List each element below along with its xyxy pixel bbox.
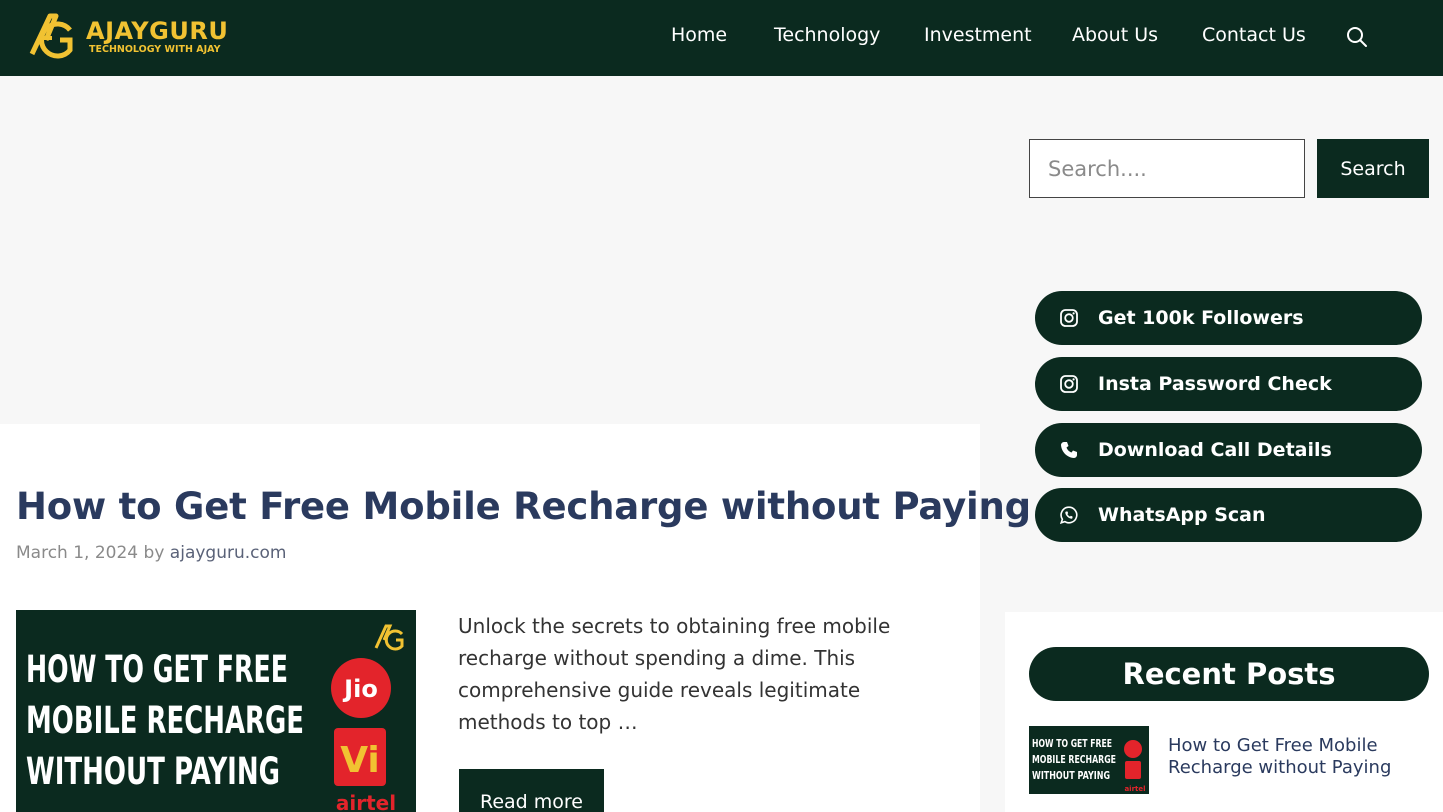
sidebar-link-call-details[interactable]: Download Call Details: [1035, 423, 1422, 477]
instagram-icon: [1059, 308, 1079, 328]
sidebar-search-button[interactable]: Search: [1317, 139, 1429, 198]
nav-technology[interactable]: Technology: [774, 24, 880, 46]
recent-post-thumbnail[interactable]: HOW TO GET FREE MOBILE RECHARGE WITHOUT …: [1029, 726, 1149, 794]
nav-about-us[interactable]: About Us: [1072, 24, 1158, 46]
logo-tagline: TECHNOLOGY WITH AJAY: [89, 44, 221, 55]
thumbnail-line-3: WITHOUT PAYING: [26, 750, 280, 793]
thumbnail-ag-logo-icon: [374, 624, 404, 651]
search-icon[interactable]: [1346, 26, 1368, 48]
site-logo[interactable]: AJAYGURU TECHNOLOGY WITH AJAY: [26, 9, 228, 65]
recent-thumb-line-1: HOW TO GET FREE: [1032, 737, 1112, 750]
nav-home[interactable]: Home: [671, 24, 727, 46]
sidebar-link-label: Download Call Details: [1098, 439, 1332, 461]
sidebar-link-label: WhatsApp Scan: [1098, 504, 1266, 526]
ag-logo-icon: [29, 13, 73, 59]
recent-jio-logo-icon: [1124, 740, 1142, 758]
whatsapp-icon: [1059, 505, 1079, 525]
article-by: by: [143, 543, 165, 563]
ad-space: [0, 76, 980, 424]
instagram-icon: [1059, 374, 1079, 394]
nav-contact-us[interactable]: Contact Us: [1202, 24, 1306, 46]
sidebar-link-label: Insta Password Check: [1098, 373, 1332, 395]
nav-investment[interactable]: Investment: [924, 24, 1032, 46]
recent-vi-logo-icon: [1125, 761, 1141, 779]
phone-icon: [1059, 440, 1079, 460]
article-author-link[interactable]: ajayguru.com: [170, 543, 287, 563]
airtel-label: airtel: [336, 791, 396, 812]
recent-thumb-line-3: WITHOUT PAYING: [1032, 769, 1110, 782]
read-more-button[interactable]: Read more: [459, 769, 604, 812]
sidebar-link-label: Get 100k Followers: [1098, 307, 1304, 329]
thumbnail-line-2: MOBILE RECHARGE: [26, 699, 304, 742]
sidebar-link-whatsapp-scan[interactable]: WhatsApp Scan: [1035, 488, 1422, 542]
sidebar-link-insta-password[interactable]: Insta Password Check: [1035, 357, 1422, 411]
recent-thumb-line-2: MOBILE RECHARGE: [1032, 753, 1116, 766]
recent-airtel-label: airtel: [1124, 785, 1145, 793]
logo-name: AJAYGURU: [86, 17, 229, 45]
site-header: AJAYGURU TECHNOLOGY WITH AJAY Home Techn…: [0, 0, 1443, 76]
thumbnail-line-1: HOW TO GET FREE: [26, 648, 288, 691]
recent-posts-heading: Recent Posts: [1029, 647, 1429, 701]
article-date: March 1, 2024: [16, 543, 139, 563]
article-meta: March 1, 2024 by ajayguru.com: [16, 543, 286, 563]
article-title[interactable]: How to Get Free Mobile Recharge without …: [16, 485, 1031, 528]
article-excerpt: Unlock the secrets to obtaining free mob…: [458, 614, 891, 734]
sidebar-link-followers[interactable]: Get 100k Followers: [1035, 291, 1422, 345]
jio-label: Jio: [342, 675, 378, 703]
article-thumbnail[interactable]: HOW TO GET FREE MOBILE RECHARGE WITHOUT …: [16, 610, 416, 812]
recent-post-link[interactable]: How to Get Free Mobile Recharge without …: [1168, 735, 1418, 779]
sidebar-search-input[interactable]: [1029, 139, 1305, 198]
recent-thumbnail-graphic: HOW TO GET FREE MOBILE RECHARGE WITHOUT …: [1032, 737, 1146, 793]
thumbnail-graphic: HOW TO GET FREE MOBILE RECHARGE WITHOUT …: [26, 624, 404, 812]
vi-label: Vi: [340, 740, 380, 781]
